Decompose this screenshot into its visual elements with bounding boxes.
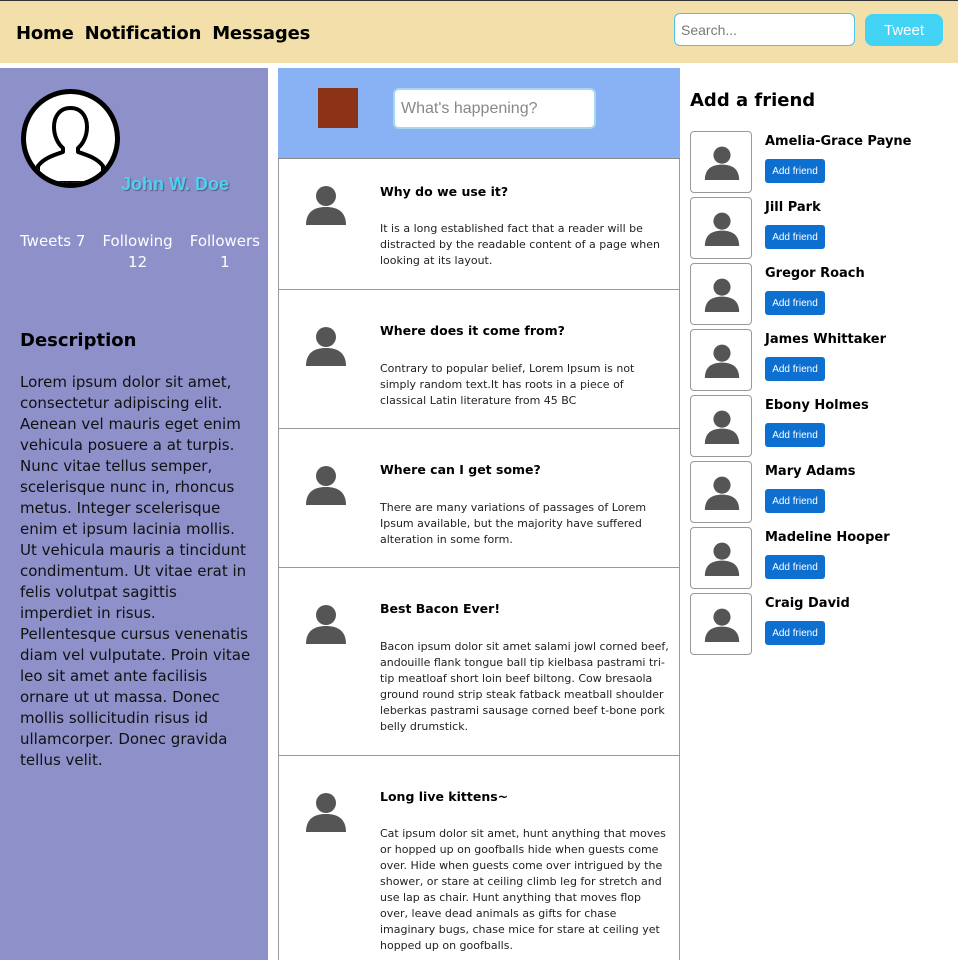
feed-item-title: Where can I get some? [380, 462, 541, 477]
friend-name: Madeline Hooper [765, 530, 890, 545]
friend-suggestion: James Whittaker Add friend [690, 329, 958, 391]
feed-item-text: Cat ipsum dolor sit amet, hunt anything … [380, 827, 666, 952]
user-silhouette-icon [306, 327, 346, 366]
stat-tweets[interactable]: Tweets 7 [20, 231, 85, 273]
friend-name: James Whittaker [765, 332, 887, 347]
friend-name: Gregor Roach [765, 266, 865, 281]
user-silhouette-icon [704, 344, 740, 378]
feed-item-title: Long live kittens~ [380, 789, 509, 804]
user-silhouette-icon [704, 608, 740, 642]
user-silhouette-icon [306, 466, 346, 505]
user-silhouette-icon [704, 542, 740, 576]
friend-name: Jill Park [765, 200, 821, 215]
stat-followers-label: Followers [189, 232, 260, 250]
friend-avatar [690, 263, 752, 325]
description-heading: Description [20, 330, 137, 351]
friend-suggestion: Jill Park Add friend [690, 197, 958, 259]
add-friend-heading: Add a friend [690, 90, 816, 111]
friend-avatar [690, 131, 752, 193]
feed-item: Where does it come from? Contrary to pop… [278, 290, 680, 429]
user-silhouette-icon [306, 605, 346, 644]
friend-suggestion: Ebony Holmes Add friend [690, 395, 958, 457]
feed-item-text: It is a long established fact that a rea… [380, 222, 660, 267]
friend-avatar [690, 329, 752, 391]
friend-suggestion: Gregor Roach Add friend [690, 263, 958, 325]
feed-item-title: Best Bacon Ever! [380, 601, 501, 616]
friend-name: Mary Adams [765, 464, 856, 479]
profile-avatar-icon [21, 89, 120, 188]
stat-following-count: 12 [128, 253, 148, 271]
add-friend-button[interactable]: Add friend [765, 423, 825, 447]
friend-suggestion: Craig David Add friend [690, 593, 958, 655]
user-silhouette-icon [306, 186, 346, 225]
feed-item-text: Bacon ipsum dolor sit amet salami jowl c… [380, 640, 669, 733]
user-silhouette-icon [704, 212, 740, 246]
top-navbar: Home Notification Messages Tweet [0, 0, 958, 63]
feed-item: Long live kittens~ Cat ipsum dolor sit a… [278, 756, 680, 960]
stat-following[interactable]: Following 12 [102, 231, 172, 273]
stat-followers-count: 1 [220, 253, 230, 271]
friend-suggestion: Madeline Hooper Add friend [690, 527, 958, 589]
main-nav: Home Notification Messages [16, 23, 310, 44]
feed-item: Best Bacon Ever! Bacon ipsum dolor sit a… [278, 568, 680, 756]
user-silhouette-icon [704, 476, 740, 510]
add-friend-button[interactable]: Add friend [765, 357, 825, 381]
description-text: Lorem ipsum dolor sit amet, consectetur … [20, 373, 251, 769]
stat-following-label: Following [102, 232, 173, 250]
stat-tweets-label: Tweets 7 [20, 232, 86, 250]
friend-name: Amelia-Grace Payne [765, 134, 912, 149]
user-silhouette-icon [306, 793, 346, 832]
friend-suggestion: Mary Adams Add friend [690, 461, 958, 523]
profile-stats: Tweets 7 Following 12 Followers 1 [20, 231, 260, 273]
nav-messages-link[interactable]: Messages [212, 23, 310, 44]
friend-suggestion: Amelia-Grace Payne Add friend [690, 131, 958, 193]
add-friend-button[interactable]: Add friend [765, 225, 825, 249]
feed-item-title: Where does it come from? [380, 323, 565, 338]
add-friend-button[interactable]: Add friend [765, 489, 825, 513]
feed-item: Where can I get some? There are many var… [278, 429, 680, 568]
add-friend-button[interactable]: Add friend [765, 291, 825, 315]
add-friend-button[interactable]: Add friend [765, 555, 825, 579]
profile-panel: John W. Doe Tweets 7 Following 12 Follow… [0, 68, 268, 960]
friend-avatar [690, 395, 752, 457]
friend-avatar [690, 527, 752, 589]
user-silhouette-icon [704, 278, 740, 312]
feed-item: Why do we use it? It is a long establish… [278, 159, 680, 290]
tweet-button[interactable]: Tweet [865, 14, 943, 46]
friend-name: Craig David [765, 596, 850, 611]
feed-item-text: There are many variations of passages of… [380, 501, 647, 546]
search-input[interactable] [674, 13, 855, 46]
profile-name[interactable]: John W. Doe [121, 174, 229, 195]
compose-avatar [318, 88, 358, 128]
add-friend-button[interactable]: Add friend [765, 159, 825, 183]
nav-notification-link[interactable]: Notification [85, 23, 202, 44]
friend-name: Ebony Holmes [765, 398, 869, 413]
user-outline-icon [36, 106, 105, 183]
compose-box [278, 68, 680, 159]
add-friend-button[interactable]: Add friend [765, 621, 825, 645]
compose-input[interactable] [393, 88, 596, 129]
friend-avatar [690, 461, 752, 523]
friend-avatar [690, 593, 752, 655]
nav-home-link[interactable]: Home [16, 23, 74, 44]
friend-avatar [690, 197, 752, 259]
user-silhouette-icon [704, 410, 740, 444]
feed-item-text: Contrary to popular belief, Lorem Ipsum … [380, 362, 635, 407]
stat-followers[interactable]: Followers 1 [190, 231, 260, 273]
feed-item-title: Why do we use it? [380, 184, 509, 199]
user-silhouette-icon [704, 146, 740, 180]
